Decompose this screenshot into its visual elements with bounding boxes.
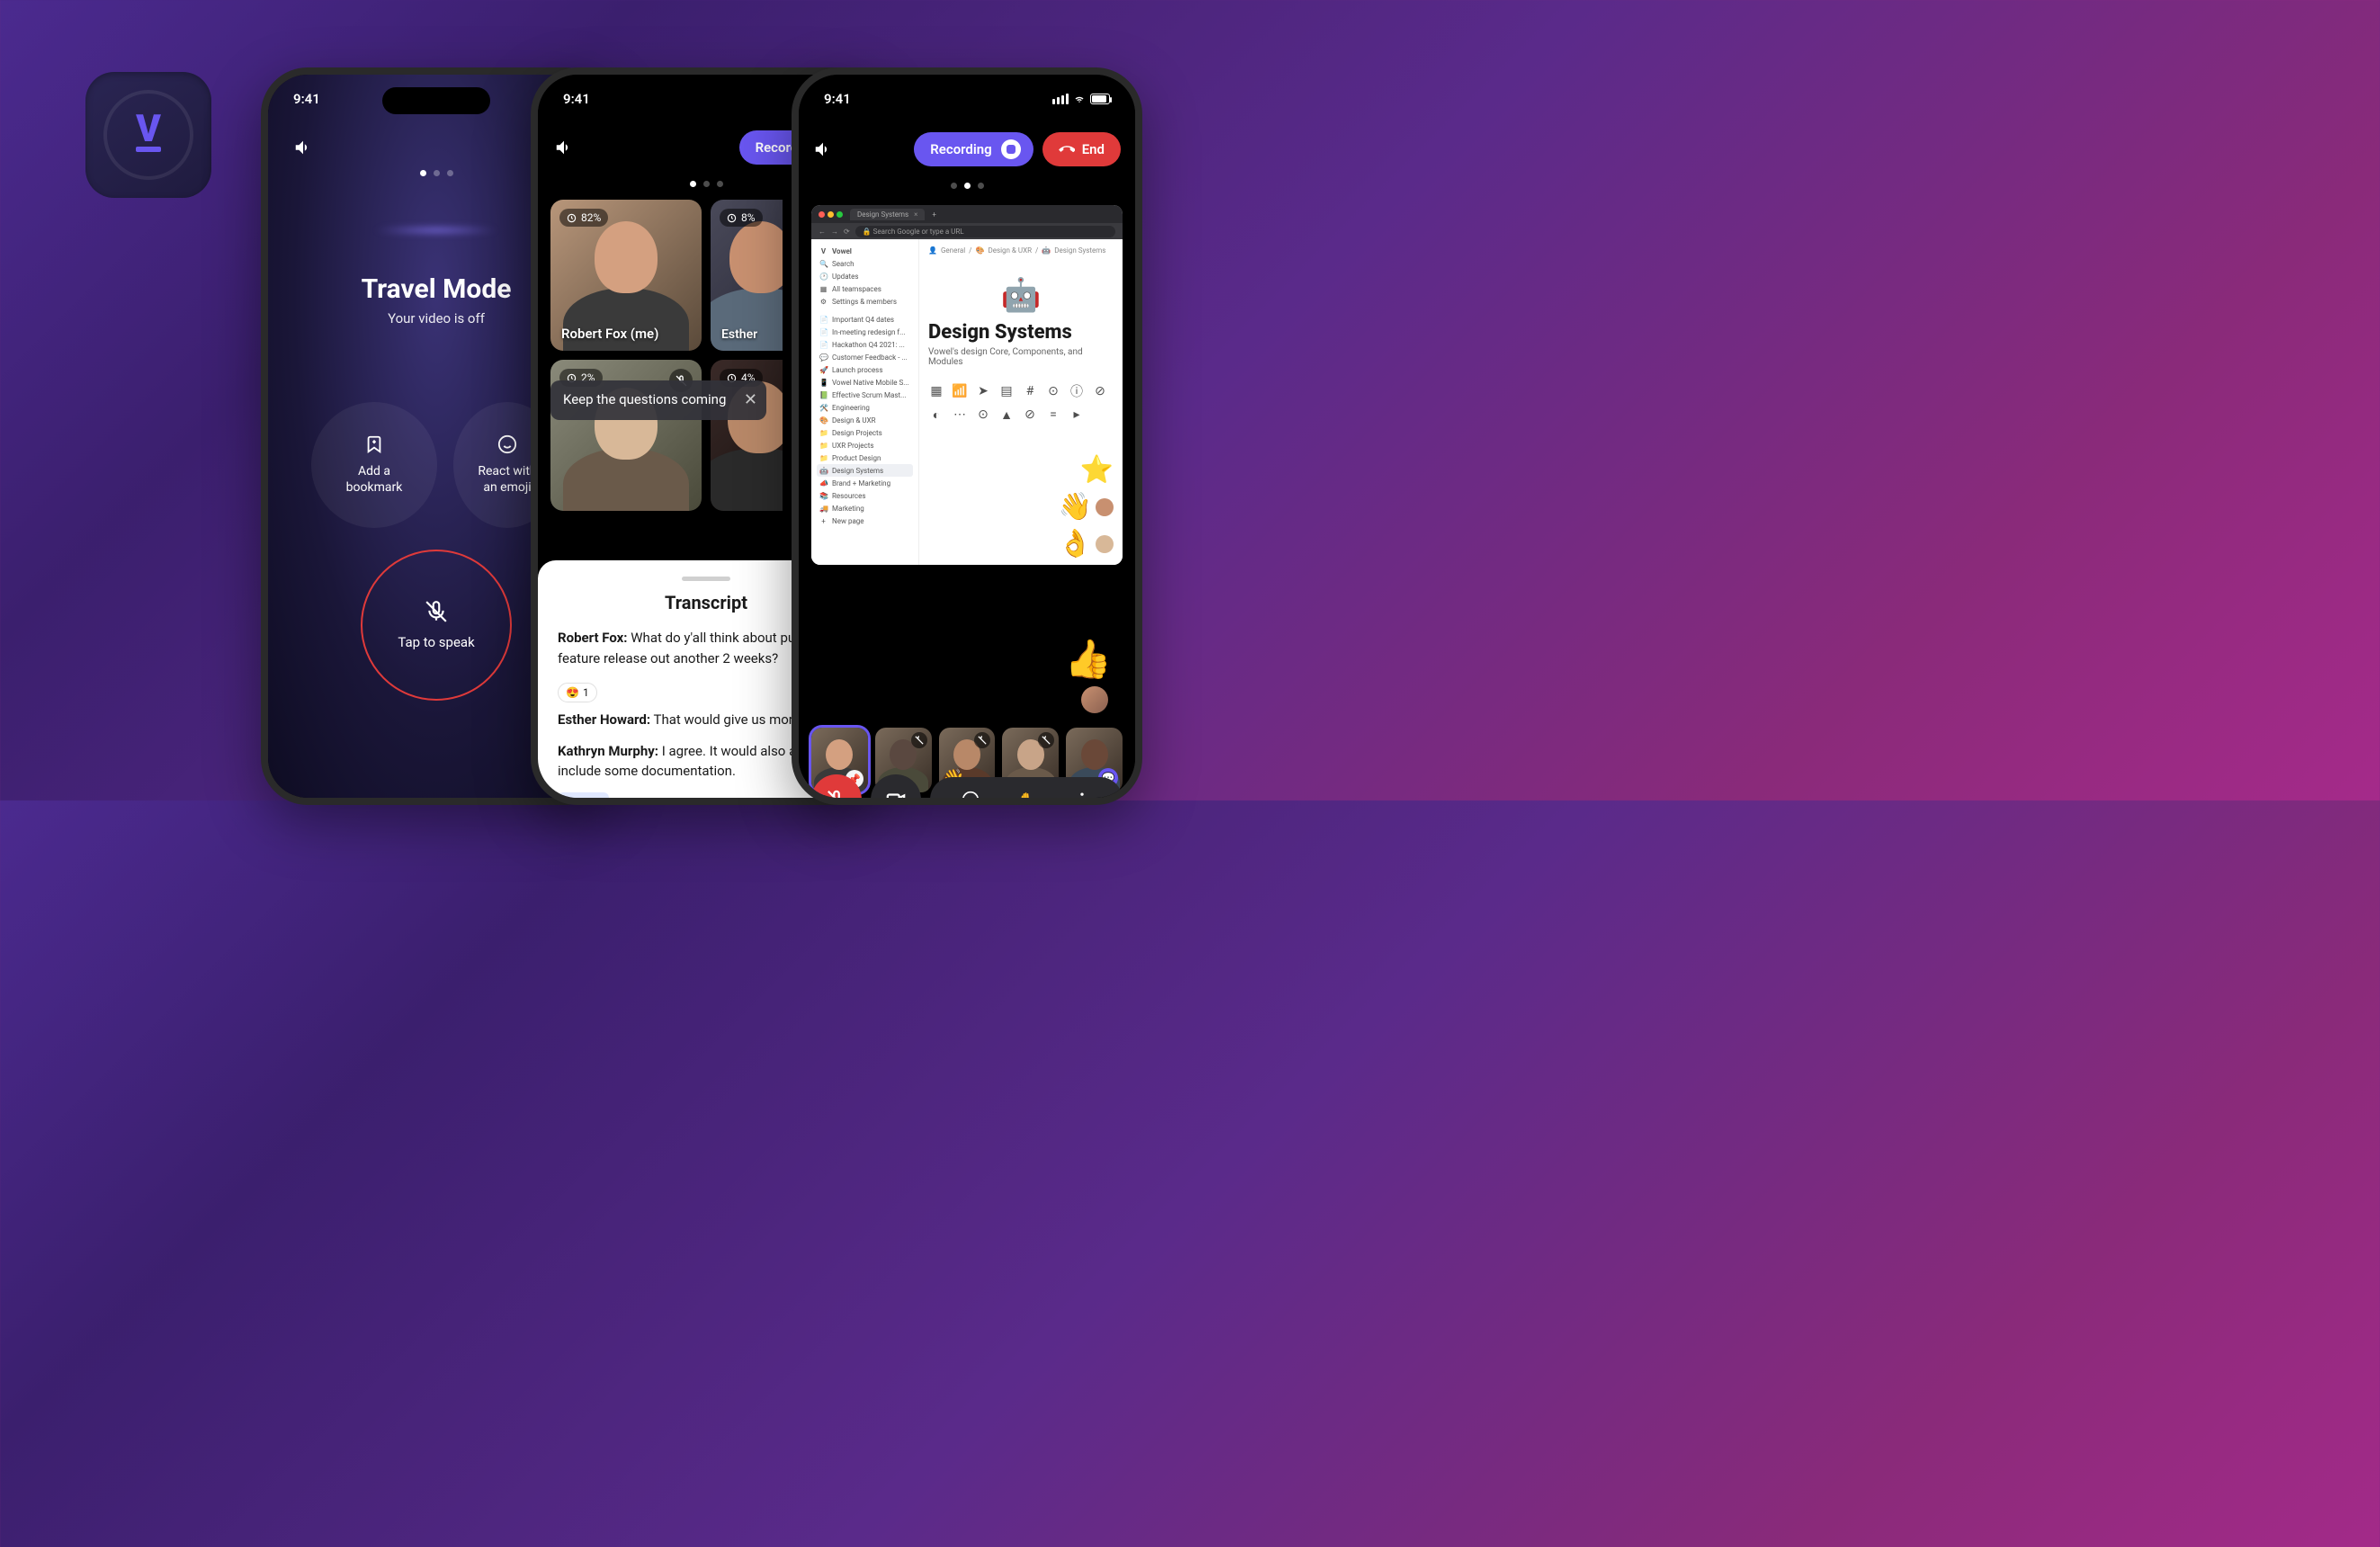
sidebar-page[interactable]: 🚚Marketing — [817, 502, 913, 514]
camera-button[interactable] — [871, 774, 921, 805]
new-tab-icon[interactable]: + — [932, 210, 936, 219]
mute-button[interactable] — [811, 774, 862, 805]
shared-screen: Design Systems× + ← → ⟳ 🔒 Search Google … — [811, 205, 1123, 565]
tap-to-speak-button[interactable]: Tap to speak — [361, 550, 512, 701]
sidebar-page[interactable]: 📚Resources — [817, 489, 913, 502]
sidebar-page[interactable]: 📁Design Projects — [817, 426, 913, 439]
tap-to-speak-label: Tap to speak — [398, 634, 474, 650]
call-toolbar: ✋ — [811, 774, 1123, 805]
speaker-icon[interactable] — [813, 139, 833, 159]
muted-icon — [1038, 732, 1054, 748]
sidebar-page[interactable]: 🤖Design Systems — [817, 464, 913, 477]
sidebar-page[interactable]: 🛠️Engineering — [817, 401, 913, 414]
browser-tabs: Design Systems× + — [811, 205, 1123, 223]
sidebar-search[interactable]: 🔍Search — [817, 257, 913, 270]
thumbs-up-reaction: 👍 — [1065, 638, 1112, 682]
app-logo-underline — [136, 147, 161, 152]
url-bar[interactable]: 🔒 Search Google or type a URL — [855, 226, 1115, 237]
sidebar-page[interactable]: 📄Important Q4 dates — [817, 313, 913, 326]
wifi-icon — [1072, 94, 1087, 104]
sidebar-page[interactable]: 🎨Design & UXR — [817, 414, 913, 426]
toast-message: Keep the questions coming ✕ — [550, 380, 766, 420]
sidebar-page[interactable]: 📄In-meeting redesign f... — [817, 326, 913, 338]
toolbar-extras: ✋ — [930, 777, 1123, 805]
forward-icon[interactable]: → — [831, 228, 838, 236]
muted-icon — [911, 732, 927, 748]
emoji-button[interactable] — [962, 791, 980, 805]
end-label: End — [1082, 141, 1105, 157]
doc-icon-grid: ▦📶➤▤# ⊙ⓘ⊘◐⋯ ⊙▲⊘=▸ — [928, 383, 1114, 423]
status-time: 9:41 — [293, 91, 320, 107]
workspace-name[interactable]: Vowel — [832, 247, 852, 255]
participant-name: Robert Fox (me) — [561, 326, 658, 342]
reload-icon[interactable]: ⟳ — [844, 228, 850, 236]
page-indicator[interactable] — [420, 170, 453, 176]
react-label-1: React with — [478, 463, 536, 479]
doc-subtitle: Vowel's design Core, Components, and Mod… — [928, 347, 1114, 367]
sidebar-page[interactable]: 📄Hackathon Q4 2021: ... — [817, 338, 913, 351]
travel-mode-subtitle: Your video is off — [388, 310, 485, 326]
doc-title: Design Systems — [928, 321, 1114, 344]
status-bar: 9:41 — [799, 91, 1135, 107]
reaction-avatar — [1081, 686, 1108, 713]
speaker-icon[interactable] — [293, 138, 313, 157]
end-call-button[interactable]: End — [1042, 132, 1121, 166]
speaker-icon[interactable] — [554, 138, 574, 157]
drag-handle[interactable] — [682, 577, 730, 581]
bookmark-label-2: bookmark — [346, 479, 403, 496]
battery-icon — [1090, 94, 1110, 104]
hangup-icon — [1059, 141, 1075, 157]
note-chip[interactable]: 1 note — [558, 792, 609, 806]
signal-icon — [1052, 94, 1069, 104]
react-label-2: an emoji — [478, 479, 536, 496]
sidebar-page[interactable]: 🚀Launch process — [817, 363, 913, 376]
close-icon[interactable]: × — [914, 210, 917, 219]
participant-tile[interactable]: 82% Robert Fox (me) — [550, 200, 702, 351]
sidebar-page[interactable]: 📣Brand + Marketing — [817, 477, 913, 489]
sidebar-settings[interactable]: ⚙Settings & members — [817, 295, 913, 308]
breadcrumb[interactable]: 👤General/ 🎨Design & UXR/ 🤖Design Systems — [928, 246, 1114, 255]
sidebar-page[interactable]: 💬Customer Feedback - ... — [817, 351, 913, 363]
browser-toolbar: ← → ⟳ 🔒 Search Google or type a URL — [811, 223, 1123, 239]
app-logo-v: V — [136, 118, 161, 151]
notion-sidebar: VVowel 🔍Search 🕐Updates ▦All teamspaces … — [811, 239, 919, 565]
bookmark-label-1: Add a — [346, 463, 403, 479]
talk-time-badge: 82% — [559, 209, 608, 227]
app-logo-letter: V — [136, 118, 161, 140]
app-icon: V — [85, 72, 211, 198]
status-time: 9:41 — [824, 91, 851, 107]
page-indicator[interactable] — [799, 183, 1135, 189]
sidebar-page[interactable]: 📗Effective Scrum Mast... — [817, 389, 913, 401]
talk-time-badge: 8% — [720, 209, 763, 227]
stop-icon — [1001, 139, 1021, 159]
sidebar-updates[interactable]: 🕐Updates — [817, 270, 913, 282]
phone-screenshare: 9:41 Recording End — [792, 67, 1142, 805]
status-time: 9:41 — [563, 91, 590, 107]
browser-tab[interactable]: Design Systems× — [850, 209, 925, 220]
ambient-glow — [373, 227, 499, 234]
floating-reactions: ⭐ 👋 👌 — [1059, 454, 1114, 559]
participant-name: Esther — [721, 327, 757, 342]
notion-document: 👤General/ 🎨Design & UXR/ 🤖Design Systems… — [919, 239, 1123, 565]
participant-tile[interactable]: 8% Esther — [711, 200, 783, 351]
recording-pill[interactable]: Recording — [914, 132, 1033, 166]
close-icon[interactable]: ✕ — [744, 389, 757, 410]
more-button[interactable] — [1073, 791, 1091, 805]
muted-icon — [974, 732, 990, 748]
doc-emoji: 🤖 — [928, 276, 1114, 314]
toast-text: Keep the questions coming — [563, 391, 726, 407]
sidebar-teamspaces[interactable]: ▦All teamspaces — [817, 282, 913, 295]
sidebar-page[interactable]: 📱Vowel Native Mobile S... — [817, 376, 913, 389]
recording-label: Recording — [930, 141, 991, 157]
raise-hand-button[interactable]: ✋ — [1017, 791, 1035, 806]
sidebar-new-page[interactable]: +New page — [817, 514, 913, 527]
sidebar-page[interactable]: 📁UXR Projects — [817, 439, 913, 452]
reaction-chip[interactable]: 😍1 — [558, 683, 597, 702]
sidebar-page[interactable]: 📁Product Design — [817, 452, 913, 464]
add-bookmark-button[interactable]: Add a bookmark — [311, 402, 437, 528]
back-icon[interactable]: ← — [819, 228, 826, 236]
travel-mode-title: Travel Mode — [362, 273, 512, 305]
app-icon-ring: V — [103, 90, 193, 180]
